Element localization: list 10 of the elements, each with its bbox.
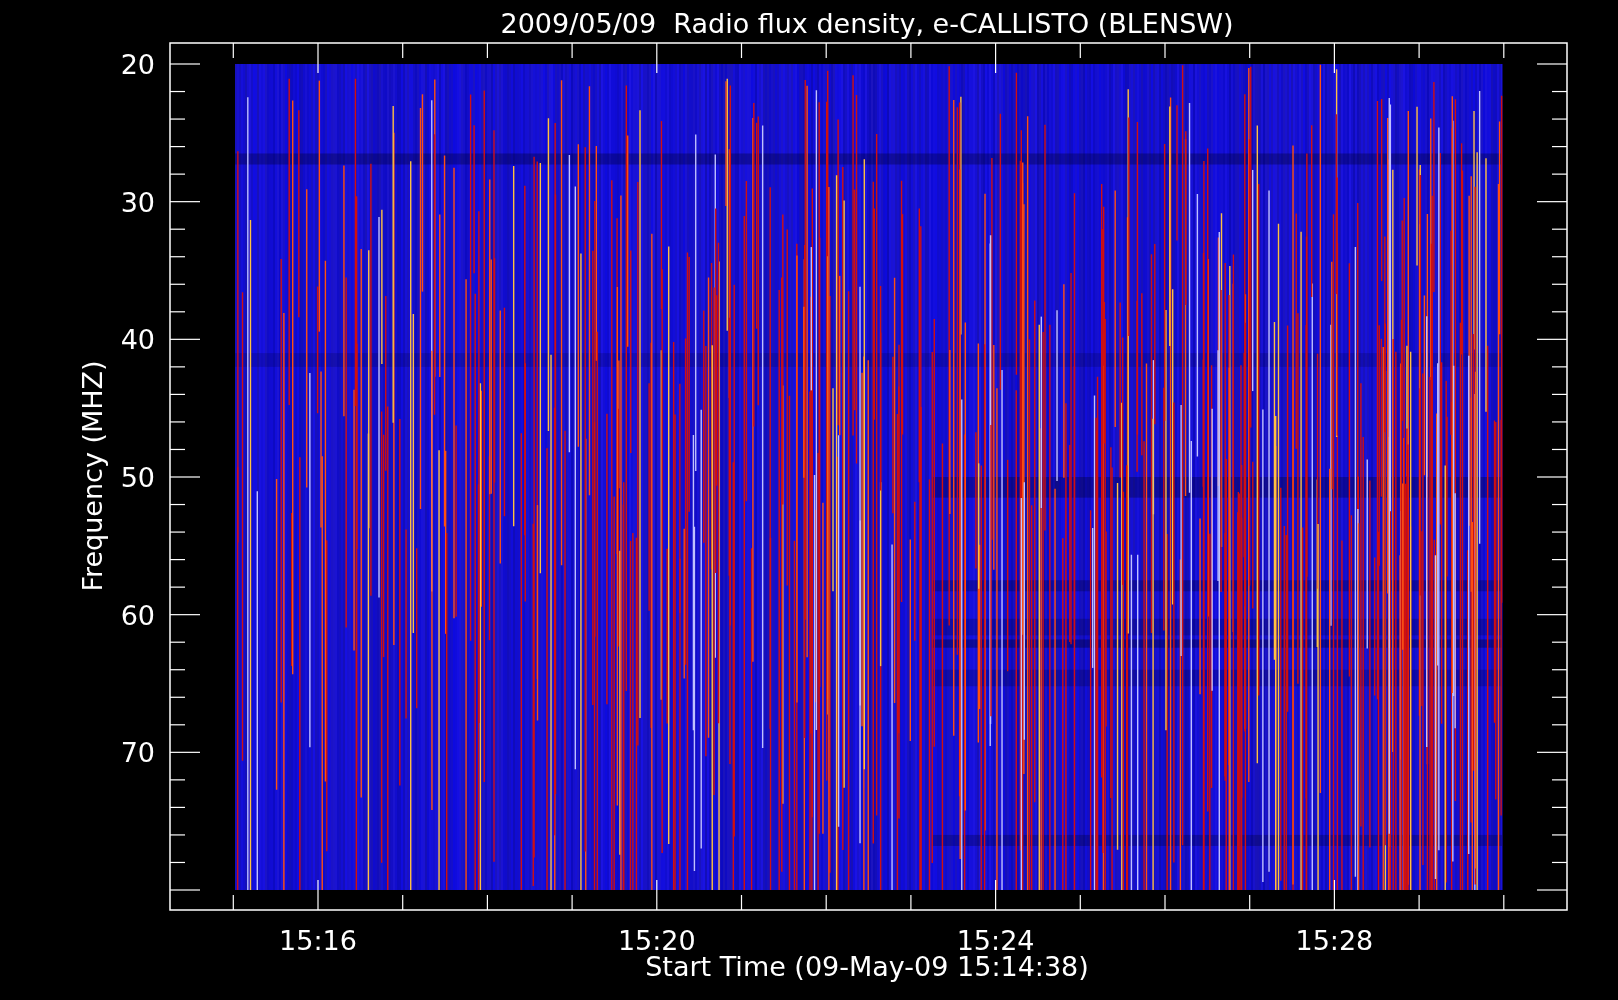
y-tick-label: 40 [120, 324, 155, 356]
y-tick-label: 30 [120, 186, 155, 218]
y-tick-label: 20 [120, 49, 155, 80]
y-tick-label: 70 [120, 737, 155, 769]
y-axis-label: Frequency (MHZ) [77, 360, 108, 592]
y-tick-label: 50 [120, 462, 155, 493]
plot-title: 2009/05/09 Radio flux density, e-CALLISTO (BLENSW) [500, 8, 1234, 39]
x-tick-label: 15:28 [1295, 925, 1374, 956]
x-tick-label: 15:16 [279, 925, 357, 956]
y-tick-label: 60 [120, 599, 155, 631]
